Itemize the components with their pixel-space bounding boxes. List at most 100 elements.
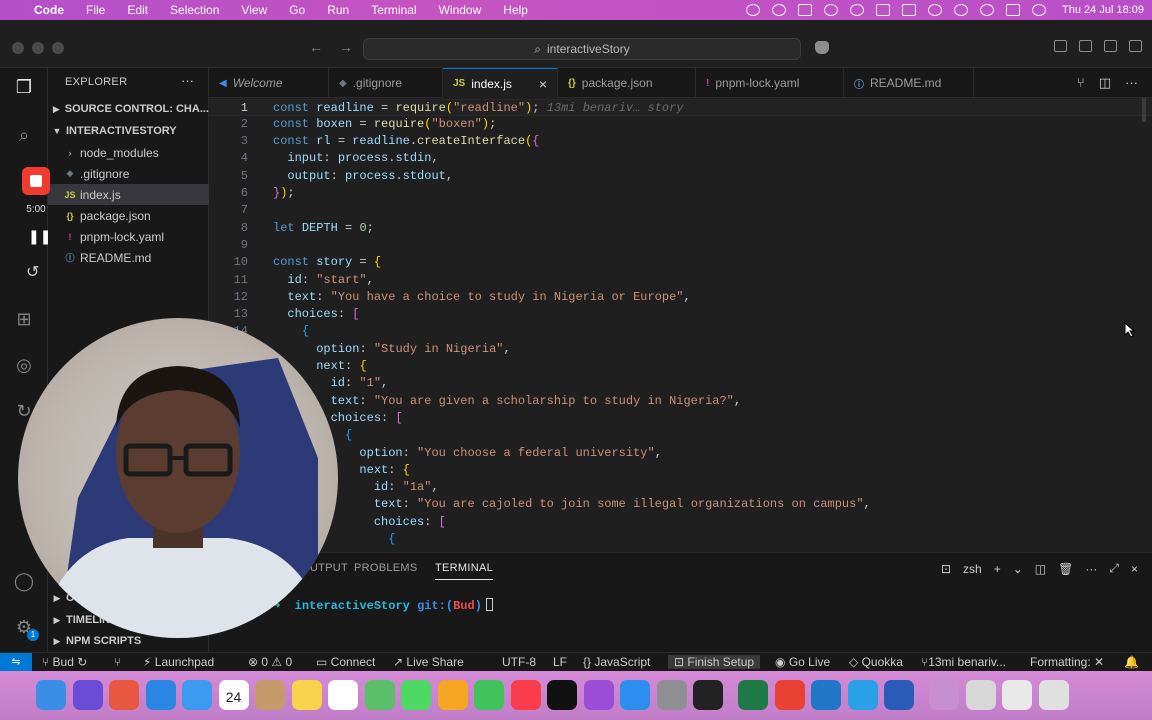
source-control-graph-icon[interactable]: ⑂: [1077, 75, 1085, 91]
menu-terminal[interactable]: Terminal: [360, 3, 427, 17]
encoding-status[interactable]: UTF-8: [502, 655, 536, 669]
menu-file[interactable]: File: [75, 3, 116, 17]
chevron-down-icon[interactable]: ⌄: [1013, 562, 1023, 576]
code-line[interactable]: 5 output: process.stdout,: [209, 168, 1152, 185]
code-line[interactable]: 20 {: [209, 427, 1152, 444]
tab-readme[interactable]: ⓘ README.md: [844, 68, 974, 98]
command-center-search[interactable]: ⌕ interactiveStory: [363, 38, 801, 60]
close-window-button[interactable]: [12, 42, 24, 54]
tree-item-gitignore[interactable]: ◆ .gitignore: [48, 163, 209, 184]
toggle-secondary-sidebar-icon[interactable]: [1129, 40, 1142, 52]
problems-status[interactable]: ⊗ 0 ⚠ 0: [248, 655, 292, 669]
dock-app-appstore-icon[interactable]: [620, 680, 650, 710]
dock-app-excel-icon[interactable]: [738, 680, 768, 710]
dock-app-safari-icon[interactable]: [145, 680, 176, 710]
remote-indicator-icon[interactable]: ⇋: [0, 653, 32, 671]
spotlight-icon[interactable]: [980, 4, 995, 16]
code-line[interactable]: 2 const boxen = require("boxen");: [209, 116, 1152, 133]
tree-item-node-modules[interactable]: › node_modules: [48, 142, 209, 163]
formatting-status[interactable]: Formatting: ✕: [1030, 655, 1104, 669]
branch-status[interactable]: ⑂ Bud ↻: [42, 655, 87, 669]
wifi-icon[interactable]: [928, 4, 943, 16]
close-tab-icon[interactable]: ×: [539, 76, 547, 92]
menu-edit[interactable]: Edit: [116, 3, 159, 17]
dock-app-tv-icon[interactable]: [547, 680, 577, 710]
tab-terminal[interactable]: TERMINAL: [435, 562, 494, 580]
dock-app-help-icon[interactable]: [929, 680, 959, 710]
code-editor[interactable]: 1 const readline = require("readline"); 1…: [209, 98, 1152, 552]
code-line[interactable]: 21 option: "You choose a federal univers…: [209, 445, 1152, 462]
toggle-panel-icon[interactable]: [1104, 40, 1117, 52]
dock-app-siri-icon[interactable]: [72, 680, 103, 710]
code-line[interactable]: 23 id: "1a",: [209, 479, 1152, 496]
tab-package-json[interactable]: {} package.json: [558, 68, 696, 98]
menu-help[interactable]: Help: [492, 3, 539, 17]
new-terminal-icon[interactable]: +: [994, 562, 1001, 576]
more-actions-icon[interactable]: ···: [1085, 562, 1097, 576]
code-line[interactable]: 25 choices: [: [209, 514, 1152, 531]
dock-app-vpn-icon[interactable]: [847, 680, 878, 710]
dock-app-reminders-icon[interactable]: [328, 680, 358, 710]
battery-icon[interactable]: [902, 4, 917, 16]
extensions-icon[interactable]: ⊞: [13, 308, 35, 330]
close-panel-icon[interactable]: ×: [1131, 562, 1138, 576]
launchpad-status[interactable]: ⚡ Launchpad: [143, 655, 214, 669]
dock-app-finder-icon[interactable]: [36, 680, 66, 710]
finish-setup-status[interactable]: ⊡ Finish Setup: [668, 655, 761, 669]
code-line[interactable]: 15 option: "Study in Nigeria",: [209, 341, 1152, 358]
eol-status[interactable]: LF: [553, 655, 567, 669]
split-terminal-icon[interactable]: ◫: [1035, 562, 1046, 576]
account-icon[interactable]: ◯: [13, 570, 35, 592]
menu-app[interactable]: Code: [30, 3, 75, 17]
tab-pnpm-lock[interactable]: ! pnpm-lock.yaml: [696, 68, 844, 98]
dock-app-music-icon[interactable]: [510, 680, 541, 710]
tab-welcome[interactable]: ◀ Welcome: [209, 68, 329, 98]
zoom-window-button[interactable]: [52, 42, 64, 54]
code-line[interactable]: 4 input: process.stdin,: [209, 150, 1152, 167]
code-line[interactable]: 16 next: {: [209, 358, 1152, 375]
dock-app-trash-icon[interactable]: [1038, 680, 1069, 710]
quokka-status[interactable]: ◇ Quokka: [849, 655, 903, 669]
tree-item-package-json[interactable]: {} package.json: [48, 205, 209, 226]
status-icon-2[interactable]: [772, 4, 787, 16]
copilot-icon[interactable]: [815, 41, 829, 54]
dock-app-chrome-icon[interactable]: [774, 680, 805, 710]
menu-window[interactable]: Window: [428, 3, 493, 17]
status-icon-3[interactable]: [798, 4, 813, 16]
dock-app-screenshot-icon[interactable]: [965, 680, 996, 710]
project-section[interactable]: ▼ INTERACTIVESTORY: [48, 120, 209, 142]
tree-item-pnpm-lock[interactable]: ! pnpm-lock.yaml: [48, 226, 209, 247]
code-line[interactable]: 24 text: "You are cajoled to join some i…: [209, 496, 1152, 513]
more-actions-icon[interactable]: ···: [1125, 75, 1138, 91]
display-icon[interactable]: [876, 4, 891, 16]
dock-app-mail-icon[interactable]: [182, 680, 212, 710]
dock-app-facetime-icon[interactable]: [474, 680, 504, 710]
code-line[interactable]: 18 text: "You are given a scholarship to…: [209, 393, 1152, 410]
dock-app-calendar-icon[interactable]: 24: [218, 680, 249, 710]
code-line[interactable]: 13 choices: [: [209, 306, 1152, 323]
menubar-clock[interactable]: Thu 24 Jul 18:09: [1062, 4, 1144, 16]
code-line[interactable]: 9: [209, 237, 1152, 254]
switch-icon[interactable]: [1006, 4, 1021, 16]
dock-app-contacts-icon[interactable]: [255, 680, 285, 710]
dock-app-launchpad-icon[interactable]: [109, 680, 139, 710]
dock-app-notes-icon[interactable]: [291, 680, 322, 710]
code-line[interactable]: 8 let DEPTH = 0;: [209, 220, 1152, 237]
tab-gitignore[interactable]: ◆ .gitignore: [329, 68, 443, 98]
terminal-shell-label[interactable]: zsh: [963, 562, 982, 576]
source-control-section[interactable]: ▶ SOURCE CONTROL: CHA...: [48, 98, 209, 120]
status-icon-4[interactable]: [824, 4, 839, 16]
tab-problems[interactable]: PROBLEMS: [354, 562, 418, 574]
notifications-bell-icon[interactable]: 🔔: [1124, 655, 1139, 669]
code-line[interactable]: 22 next: {: [209, 462, 1152, 479]
go-live-status[interactable]: ◉ Go Live: [775, 655, 830, 669]
maximize-panel-icon[interactable]: ⤢: [1109, 561, 1119, 576]
dock-app-terminal-icon[interactable]: [693, 680, 723, 710]
code-line[interactable]: 7: [209, 202, 1152, 219]
dock-app-maps-icon[interactable]: [364, 680, 395, 710]
language-status[interactable]: {} JavaScript: [583, 655, 650, 669]
dock-app-vscode-icon[interactable]: [811, 680, 841, 710]
toggle-sidebar-icon[interactable]: [1079, 40, 1092, 52]
code-line[interactable]: 6});: [209, 185, 1152, 202]
dock-app-word-icon[interactable]: [884, 680, 914, 710]
